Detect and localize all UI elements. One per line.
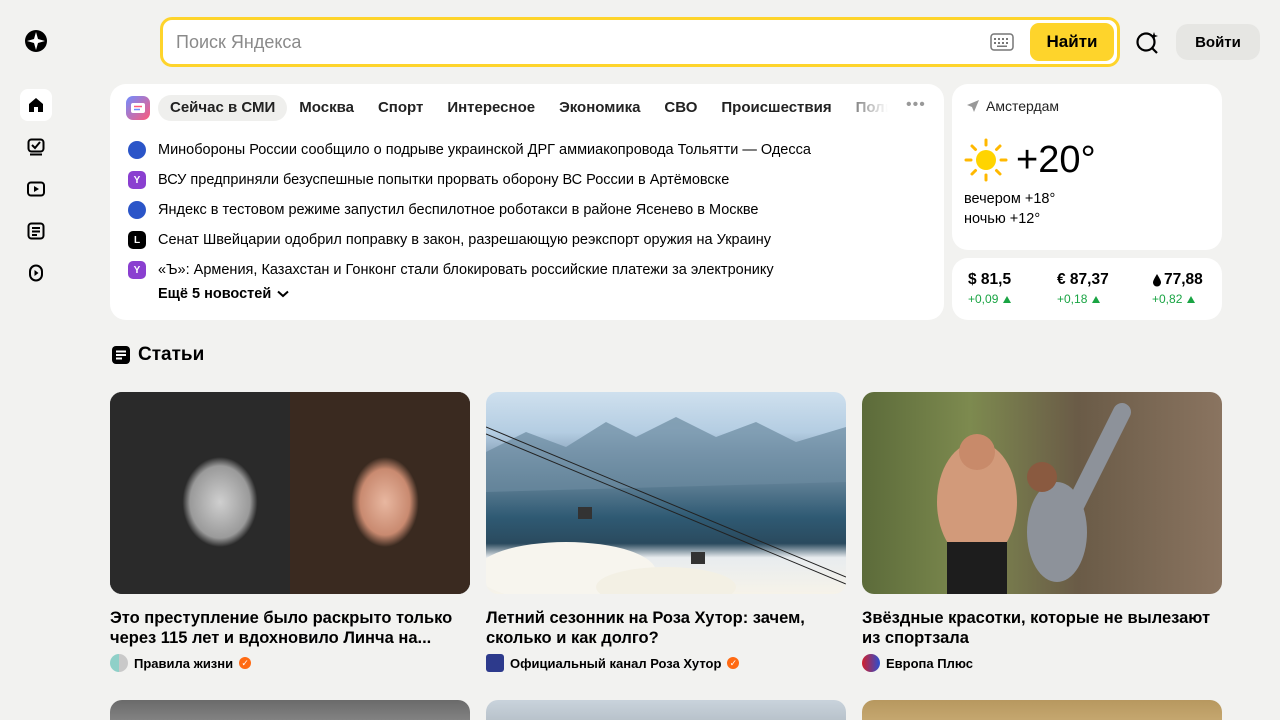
- article-card[interactable]: Это преступление было раскрыто только че…: [110, 392, 470, 672]
- list-item[interactable]: Y ВСУ предприняли безуспешные попытки пр…: [128, 165, 811, 195]
- articles-section-title[interactable]: Статьи: [112, 344, 204, 366]
- news-list: Минобороны России сообщило о подрыве укр…: [128, 135, 811, 285]
- weather-card[interactable]: Амстердам +20° вечером +18° ночью +12°: [952, 84, 1222, 250]
- article-card-next[interactable]: [486, 700, 846, 720]
- article-source[interactable]: Официальный канал Роза Хутор ✓: [486, 654, 846, 672]
- keyboard-icon[interactable]: [990, 32, 1014, 52]
- article-source[interactable]: Правила жизни ✓: [110, 654, 470, 672]
- rate-value: $ 81,5: [968, 271, 1012, 288]
- news-tabs: Сейчас в СМИ Москва Спорт Интересное Эко…: [158, 95, 888, 121]
- list-item[interactable]: Минобороны России сообщило о подрыве укр…: [128, 135, 811, 165]
- articles-icon: [112, 346, 130, 364]
- list-item[interactable]: Яндекс в тестовом режиме запустил беспил…: [128, 195, 811, 225]
- news-headline[interactable]: Сенат Швейцарии одобрил поправку в закон…: [158, 232, 771, 248]
- search-submit-button[interactable]: Найти: [1030, 23, 1114, 61]
- list-item[interactable]: Y «Ъ»: Армения, Казахстан и Гонконг стал…: [128, 255, 811, 285]
- article-source[interactable]: Европа Плюс: [862, 654, 1222, 672]
- trend-up-icon: [1187, 295, 1196, 303]
- home-icon[interactable]: [20, 89, 52, 121]
- search-box: Найти: [160, 17, 1120, 67]
- rate-change: +0,82: [1152, 292, 1183, 306]
- oil-drop-icon: [1153, 274, 1161, 287]
- rates-card: $ 81,5 +0,09 € 87,37 +0,18 77,88 +0,82: [952, 258, 1222, 320]
- tab-politics[interactable]: Политика: [844, 95, 888, 121]
- articles-icon[interactable]: [20, 215, 52, 247]
- source-name: Правила жизни: [134, 655, 234, 671]
- sun-icon: [964, 138, 1008, 182]
- left-rail: [0, 0, 72, 720]
- video-icon[interactable]: [20, 173, 52, 205]
- weather-location[interactable]: Амстердам: [966, 98, 1059, 114]
- tasks-icon[interactable]: [20, 131, 52, 163]
- source-logo-icon: Y: [128, 261, 146, 279]
- tab-interesting[interactable]: Интересное: [435, 95, 547, 121]
- rate-change: +0,09: [968, 292, 999, 306]
- article-title[interactable]: Летний сезонник на Роза Хутор: зачем, ск…: [486, 608, 846, 648]
- trend-up-icon: [1003, 295, 1012, 303]
- location-arrow-icon: [967, 100, 979, 112]
- evening-temperature: вечером +18°: [964, 191, 1056, 207]
- source-avatar-icon: [110, 654, 128, 672]
- rate-change: +0,18: [1057, 292, 1088, 306]
- article-image[interactable]: [110, 392, 470, 594]
- source-logo-icon: L: [128, 231, 146, 249]
- source-logo-icon: [128, 201, 146, 219]
- article-card-next[interactable]: [110, 700, 470, 720]
- play-circle-icon[interactable]: [20, 257, 52, 289]
- chevron-down-icon: [277, 290, 289, 298]
- source-name: Европа Плюс: [886, 655, 974, 671]
- tab-now-in-media[interactable]: Сейчас в СМИ: [158, 95, 288, 121]
- current-temperature: +20°: [1016, 139, 1096, 181]
- section-title-text: Статьи: [138, 344, 205, 365]
- rate-eur[interactable]: € 87,37 +0,18: [1057, 271, 1109, 306]
- trend-up-icon: [1092, 295, 1101, 303]
- city-name: Амстердам: [986, 98, 1060, 114]
- news-sources-icon[interactable]: [126, 96, 150, 120]
- article-title[interactable]: Это преступление было раскрыто только че…: [110, 608, 470, 648]
- tab-sport[interactable]: Спорт: [366, 95, 435, 121]
- tab-incidents[interactable]: Происшествия: [709, 95, 843, 121]
- night-temperature: ночью +12°: [964, 211, 1041, 227]
- more-tabs-icon[interactable]: •••: [906, 97, 925, 114]
- article-image[interactable]: [486, 392, 846, 594]
- login-button[interactable]: Войти: [1176, 24, 1260, 60]
- rate-usd[interactable]: $ 81,5 +0,09: [968, 271, 1012, 306]
- news-headline[interactable]: ВСУ предприняли безуспешные попытки прор…: [158, 172, 729, 188]
- tab-moscow[interactable]: Москва: [287, 95, 366, 121]
- article-card[interactable]: Летний сезонник на Роза Хутор: зачем, ск…: [486, 392, 846, 672]
- yandex-logo-icon[interactable]: [24, 29, 48, 53]
- news-headline[interactable]: «Ъ»: Армения, Казахстан и Гонконг стали …: [158, 262, 774, 278]
- news-headline[interactable]: Яндекс в тестовом режиме запустил беспил…: [158, 202, 758, 218]
- source-logo-icon: [128, 141, 146, 159]
- more-news-label: Ещё 5 новостей: [158, 286, 272, 302]
- tab-svo[interactable]: СВО: [652, 95, 709, 121]
- source-name: Официальный канал Роза Хутор: [510, 655, 722, 671]
- tab-economy[interactable]: Экономика: [547, 95, 652, 121]
- list-item[interactable]: L Сенат Швейцарии одобрил поправку в зак…: [128, 225, 811, 255]
- article-card-next[interactable]: [862, 700, 1222, 720]
- verified-icon: ✓: [239, 657, 252, 669]
- news-headline[interactable]: Минобороны России сообщило о подрыве укр…: [158, 142, 811, 158]
- alice-assistant-icon[interactable]: [1134, 29, 1160, 55]
- more-news-button[interactable]: Ещё 5 новостей: [158, 286, 289, 302]
- rate-oil[interactable]: 77,88 +0,82: [1152, 271, 1203, 306]
- rate-value: € 87,37: [1057, 271, 1109, 288]
- rate-value: 77,88: [1164, 271, 1203, 288]
- source-avatar-icon: [862, 654, 880, 672]
- article-image[interactable]: [862, 392, 1222, 594]
- article-title[interactable]: Звёздные красотки, которые не вылезают и…: [862, 608, 1222, 648]
- source-logo-icon: Y: [128, 171, 146, 189]
- news-card: Сейчас в СМИ Москва Спорт Интересное Эко…: [110, 84, 944, 320]
- source-avatar-icon: [486, 654, 504, 672]
- article-card[interactable]: Звёздные красотки, которые не вылезают и…: [862, 392, 1222, 672]
- search-input[interactable]: [176, 20, 976, 64]
- verified-icon: ✓: [727, 657, 740, 669]
